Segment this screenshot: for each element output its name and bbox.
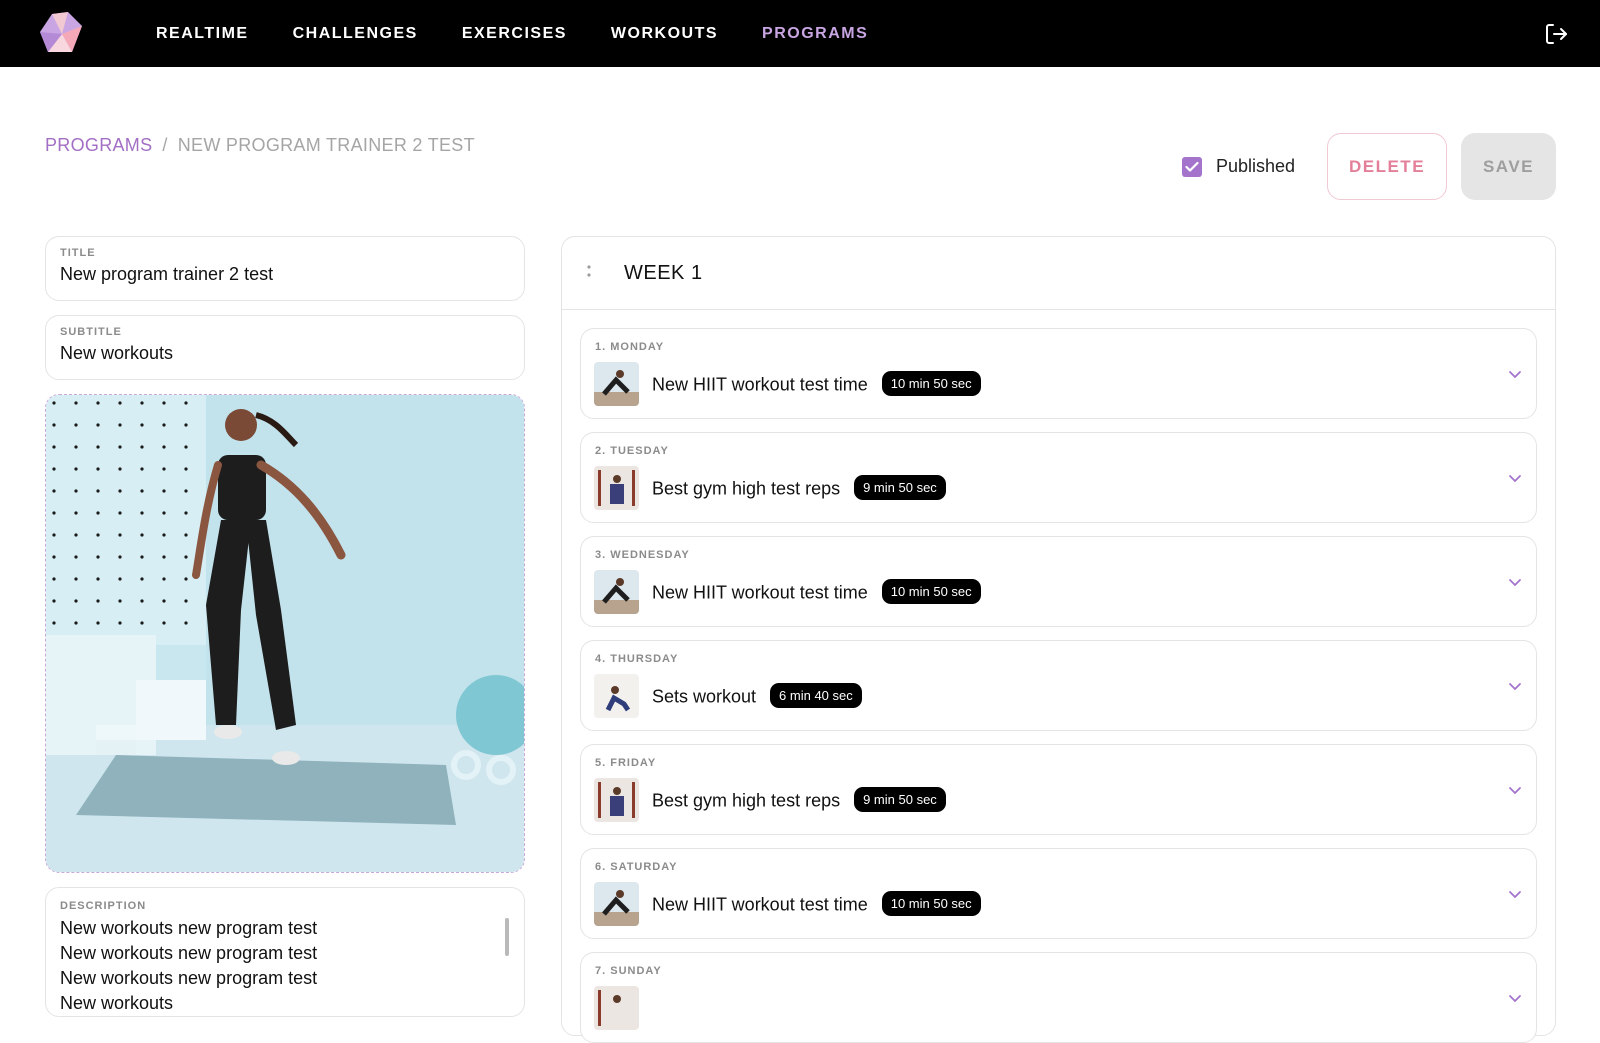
subtitle-input[interactable]: New workouts	[60, 343, 510, 364]
breadcrumb: PROGRAMS / NEW PROGRAM TRAINER 2 TEST	[45, 135, 475, 156]
nav-item-exercises[interactable]: EXERCISES	[462, 25, 567, 43]
published-checkbox[interactable]	[1181, 156, 1202, 177]
workout-title: Best gym high test reps 9 min 50 sec	[652, 475, 946, 502]
day-label: 3. WEDNESDAY	[595, 549, 690, 561]
chevron-down-icon[interactable]	[1508, 471, 1522, 485]
page-actions: Published DELETE SAVE	[1181, 133, 1556, 200]
day-card-sunday[interactable]: 7. SUNDAY	[580, 952, 1537, 1043]
chevron-down-icon[interactable]	[1508, 679, 1522, 693]
week-title: WEEK 1	[624, 261, 703, 284]
duration-badge: 10 min 50 sec	[881, 579, 981, 604]
duration-badge: 9 min 50 sec	[854, 475, 946, 500]
description-field-label: DESCRIPTION	[60, 900, 147, 912]
workout-thumbnail	[594, 362, 639, 406]
chevron-down-icon[interactable]	[1508, 367, 1522, 381]
duration-badge: 10 min 50 sec	[881, 371, 981, 396]
workout-title: New HIIT workout test time 10 min 50 sec	[652, 371, 981, 398]
save-button[interactable]: SAVE	[1461, 133, 1556, 200]
description-line: New workouts new program test	[60, 968, 318, 988]
nav-item-challenges[interactable]: CHALLENGES	[293, 25, 418, 43]
day-card-monday[interactable]: 1. MONDAY New HIIT workout test time 10 m…	[580, 328, 1537, 419]
main-nav: REALTIME CHALLENGES EXERCISES WORKOUTS P…	[156, 0, 868, 67]
duration-badge: 10 min 50 sec	[881, 891, 981, 916]
week-card: WEEK 1 1. MONDAY New HIIT workout test t…	[561, 236, 1556, 1043]
program-image-upload[interactable]	[45, 394, 525, 873]
published-toggle[interactable]: Published	[1181, 156, 1295, 177]
app-logo[interactable]	[38, 12, 86, 54]
breadcrumb-separator: /	[162, 135, 168, 155]
delete-button[interactable]: DELETE	[1327, 133, 1447, 200]
day-label: 5. FRIDAY	[595, 757, 657, 769]
description-line: New workouts	[60, 993, 174, 1013]
nav-item-programs[interactable]: PROGRAMS	[762, 25, 868, 43]
workout-thumbnail	[594, 674, 639, 718]
workout-thumbnail	[594, 466, 639, 510]
day-card-saturday[interactable]: 6. SATURDAY New HIIT workout test time 10…	[580, 848, 1537, 939]
chevron-down-icon[interactable]	[1508, 887, 1522, 901]
workout-title: Best gym high test reps 9 min 50 sec	[652, 787, 946, 814]
day-card-wednesday[interactable]: 3. WEDNESDAY New HIIT workout test time 1…	[580, 536, 1537, 627]
duration-badge: 6 min 40 sec	[770, 683, 862, 708]
day-card-friday[interactable]: 5. FRIDAY Best gym high test reps 9 min 5…	[580, 744, 1537, 835]
description-textarea[interactable]: New workouts new program test New workou…	[60, 916, 510, 1016]
breadcrumb-current: NEW PROGRAM TRAINER 2 TEST	[177, 135, 475, 155]
workout-thumbnail	[594, 570, 639, 614]
description-field[interactable]: DESCRIPTION New workouts new program tes…	[45, 887, 525, 1017]
duration-badge: 9 min 50 sec	[854, 787, 946, 812]
day-label: 6. SATURDAY	[595, 861, 678, 873]
workout-title: New HIIT workout test time 10 min 50 sec	[652, 579, 981, 606]
nav-item-workouts[interactable]: WORKOUTS	[611, 25, 718, 43]
workout-title: Sets workout 6 min 40 sec	[652, 683, 862, 710]
description-line: New workouts new program test	[60, 918, 318, 938]
chevron-down-icon[interactable]	[1508, 991, 1522, 1005]
drag-handle-icon[interactable]	[586, 263, 598, 284]
workout-title: New HIIT workout test time 10 min 50 sec	[652, 891, 981, 918]
chevron-down-icon[interactable]	[1508, 575, 1522, 589]
day-card-tuesday[interactable]: 2. TUESDAY Best gym high test reps 9 min …	[580, 432, 1537, 523]
description-scrollbar[interactable]	[505, 918, 509, 956]
subtitle-field-label: SUBTITLE	[60, 326, 122, 338]
day-label: 7. SUNDAY	[595, 965, 662, 977]
description-line: New workouts new program test	[60, 943, 318, 963]
breadcrumb-programs-link[interactable]: PROGRAMS	[45, 135, 152, 156]
week-header: WEEK 1	[562, 237, 1555, 310]
title-field-label: TITLE	[60, 247, 96, 259]
workout-thumbnail	[594, 986, 639, 1030]
day-label: 1. MONDAY	[595, 341, 665, 353]
day-label: 2. TUESDAY	[595, 445, 669, 457]
top-navbar: REALTIME CHALLENGES EXERCISES WORKOUTS P…	[0, 0, 1600, 67]
check-icon	[1185, 161, 1199, 172]
subtitle-field[interactable]: SUBTITLE New workouts	[45, 315, 525, 380]
title-input[interactable]: New program trainer 2 test	[60, 264, 510, 285]
nav-item-realtime[interactable]: REALTIME	[156, 25, 249, 43]
logout-icon[interactable]	[1542, 20, 1570, 48]
workout-thumbnail	[594, 882, 639, 926]
workout-thumbnail	[594, 778, 639, 822]
title-field[interactable]: TITLE New program trainer 2 test	[45, 236, 525, 301]
chevron-down-icon[interactable]	[1508, 783, 1522, 797]
program-cover-image	[46, 395, 524, 872]
day-label: 4. THURSDAY	[595, 653, 679, 665]
day-card-thursday[interactable]: 4. THURSDAY Sets workout 6 min 40 sec	[580, 640, 1537, 731]
published-label: Published	[1215, 156, 1295, 176]
